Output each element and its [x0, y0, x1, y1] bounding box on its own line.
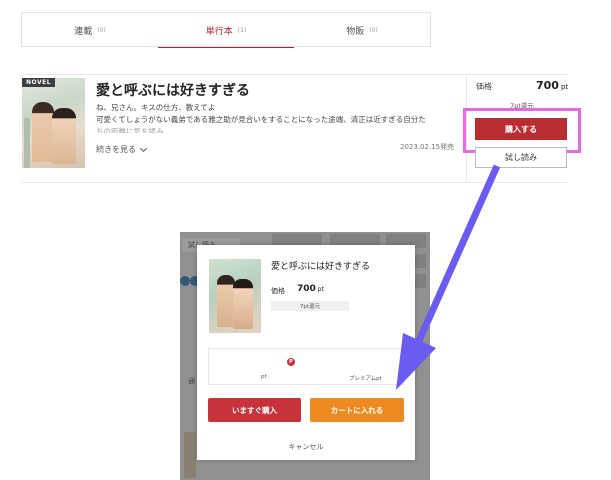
tab-serial[interactable]: 連載 (0) — [22, 13, 158, 47]
cover-art-figure — [32, 102, 54, 162]
novel-badge: NOVEL — [22, 78, 56, 87]
tab-volume-label: 単行本 — [205, 26, 233, 37]
read-more-link[interactable]: 続きを見る — [96, 144, 148, 155]
cover-art-pillar — [24, 118, 30, 168]
trial-read-button[interactable]: 試し読み — [475, 147, 567, 168]
cover-art-figure — [233, 279, 253, 329]
points-label: pt — [261, 374, 267, 380]
price-amount: 700 — [536, 79, 559, 92]
buy-now-button[interactable]: いますぐ購入 — [208, 398, 301, 422]
row-divider-top — [21, 74, 567, 75]
price-unit: pt — [560, 83, 569, 91]
book-title[interactable]: 愛と呼ぶには好きすぎる — [96, 80, 250, 100]
book-description-faded: ちの距離に気を揉み…… — [96, 127, 179, 133]
tab-goods-label: 物販 — [346, 26, 365, 37]
tab-goods-count: (0) — [369, 26, 378, 34]
chevron-down-icon — [139, 144, 148, 152]
premium-points-label: プレミアムpt — [349, 376, 382, 382]
point-icon: P — [287, 358, 295, 366]
tab-volume-count: (1) — [237, 26, 247, 34]
tab-goods[interactable]: 物販 (0) — [294, 13, 430, 47]
modal-price-value: 700 pt — [297, 284, 324, 294]
purchase-modal: 愛と呼ぶには好きすぎる 価格 700 pt 7pt還元 P pt プレミアムpt … — [197, 245, 415, 460]
book-tagline: ね、兄さん。キスの仕方、教えてよ — [96, 103, 216, 112]
book-cover[interactable]: NOVEL — [22, 78, 85, 168]
modal-price-unit: pt — [317, 286, 324, 293]
read-more-label: 続きを見る — [96, 145, 136, 154]
add-to-cart-button[interactable]: カートに入れる — [310, 398, 404, 422]
tab-serial-count: (0) — [97, 26, 106, 34]
modal-book-cover — [209, 259, 261, 333]
release-date: 2023.02.15発売 — [400, 143, 455, 151]
cover-art-figure — [52, 108, 76, 164]
modal-price-amount: 700 — [297, 284, 316, 294]
tab-serial-label: 連載 — [74, 26, 93, 37]
row-divider-bottom — [21, 182, 567, 183]
modal-book-title: 愛と呼ぶには好きすぎる — [271, 262, 371, 272]
modal-point-reward: 7pt還元 — [271, 301, 349, 311]
price-label: 価格 — [476, 82, 492, 91]
book-description: 可愛くてしょうがない義弟である雅之助が見合いをすることになった途端、清正は近すぎ… — [96, 115, 426, 124]
tab-volume[interactable]: 単行本 (1) — [158, 13, 294, 48]
modal-price-label: 価格 — [271, 287, 285, 295]
price-value: 700 pt — [536, 79, 568, 92]
tab-divider — [21, 46, 431, 47]
tab-bar: 連載 (0) 単行本 (1) 物販 (0) — [21, 12, 431, 48]
buy-button[interactable]: 購入する — [475, 118, 567, 140]
cancel-link[interactable]: キャンセル — [197, 442, 415, 452]
